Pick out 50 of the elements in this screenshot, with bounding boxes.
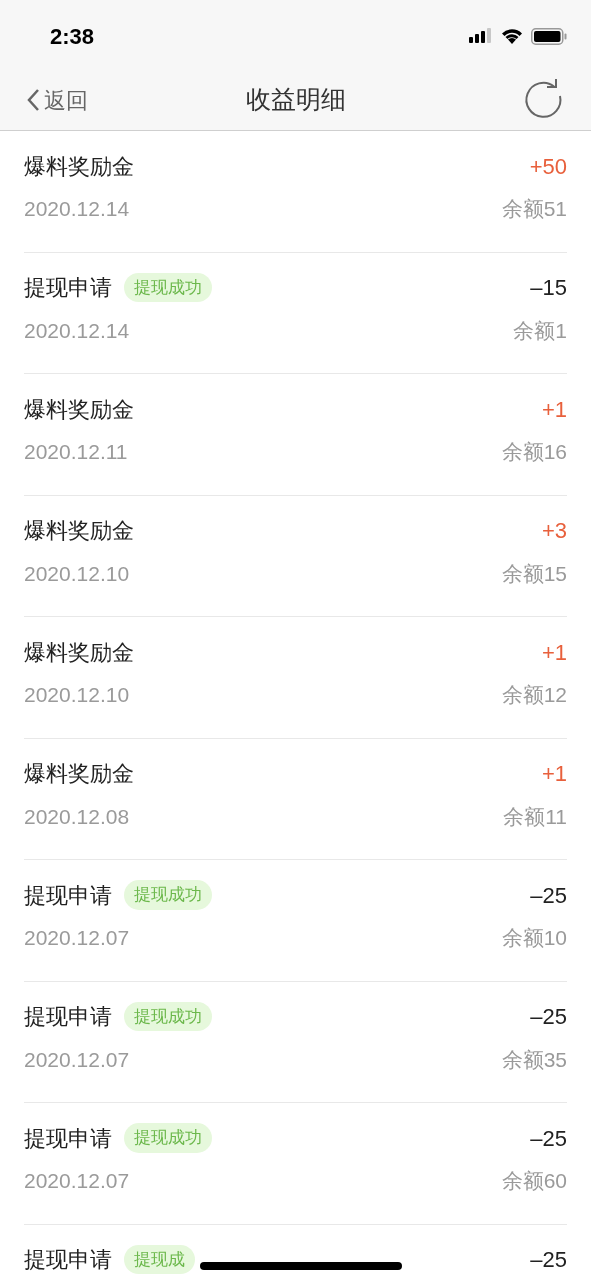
entry-title: 爆料奖励金 [24, 152, 134, 181]
page-title: 收益明细 [245, 84, 346, 116]
amount: +3 [541, 517, 567, 545]
amount: –25 [530, 1124, 567, 1153]
wifi-icon [501, 28, 523, 44]
entry-date: 2020.12.14 [24, 196, 130, 223]
balance: 余额60 [501, 1168, 567, 1195]
balance: 余额35 [501, 1046, 567, 1073]
amount: +50 [529, 152, 567, 181]
entry-title: 爆料奖励金 [24, 517, 134, 545]
amount: +1 [541, 395, 567, 424]
back-chevron-icon [26, 88, 40, 112]
status-badge: 提现成 [124, 1244, 195, 1275]
status-badge: 提现成功 [124, 1001, 212, 1032]
amount: +1 [541, 760, 567, 788]
signal-icon [469, 28, 493, 44]
entry-date: 2020.12.10 [24, 682, 130, 709]
battery-icon [531, 27, 567, 45]
amount: –15 [530, 274, 567, 302]
entry-date: 2020.12.07 [24, 1046, 130, 1073]
status-badge: 提现成功 [124, 1123, 212, 1153]
entry-date: 2020.12.07 [24, 1168, 130, 1195]
entry-title: 爆料奖励金 [24, 638, 134, 667]
entry-date: 2020.12.07 [24, 925, 130, 952]
amount: –25 [530, 881, 567, 910]
balance: 余额10 [501, 925, 567, 952]
entry-date: 2020.12.08 [24, 803, 130, 830]
status-time: 2:38 [50, 22, 95, 51]
entry-date: 2020.12.11 [24, 439, 128, 466]
entry-title: 提现申请 [24, 1246, 112, 1274]
entry-title: 提现申请 [24, 1003, 112, 1031]
amount: +1 [541, 638, 567, 667]
status-badge: 提现成功 [124, 272, 212, 303]
balance: 余额12 [501, 682, 567, 709]
entry-title: 提现申请 [24, 1124, 112, 1153]
balance: 余额11 [503, 803, 567, 830]
entry-title: 爆料奖励金 [24, 395, 134, 424]
entry-title: 爆料奖励金 [24, 760, 134, 788]
amount: –25 [530, 1246, 567, 1274]
balance: 余额1 [513, 317, 567, 344]
status-badge: 提现成功 [124, 880, 212, 910]
balance: 余额51 [501, 196, 567, 223]
balance: 余额16 [501, 439, 567, 466]
entry-title: 提现申请 [24, 881, 112, 910]
back-button[interactable]: 返回 [26, 83, 88, 117]
entry-date: 2020.12.10 [24, 560, 130, 587]
amount: –25 [530, 1003, 567, 1031]
balance: 余额15 [501, 560, 567, 587]
entry-title: 提现申请 [24, 274, 112, 302]
entry-date: 2020.12.14 [24, 317, 130, 344]
